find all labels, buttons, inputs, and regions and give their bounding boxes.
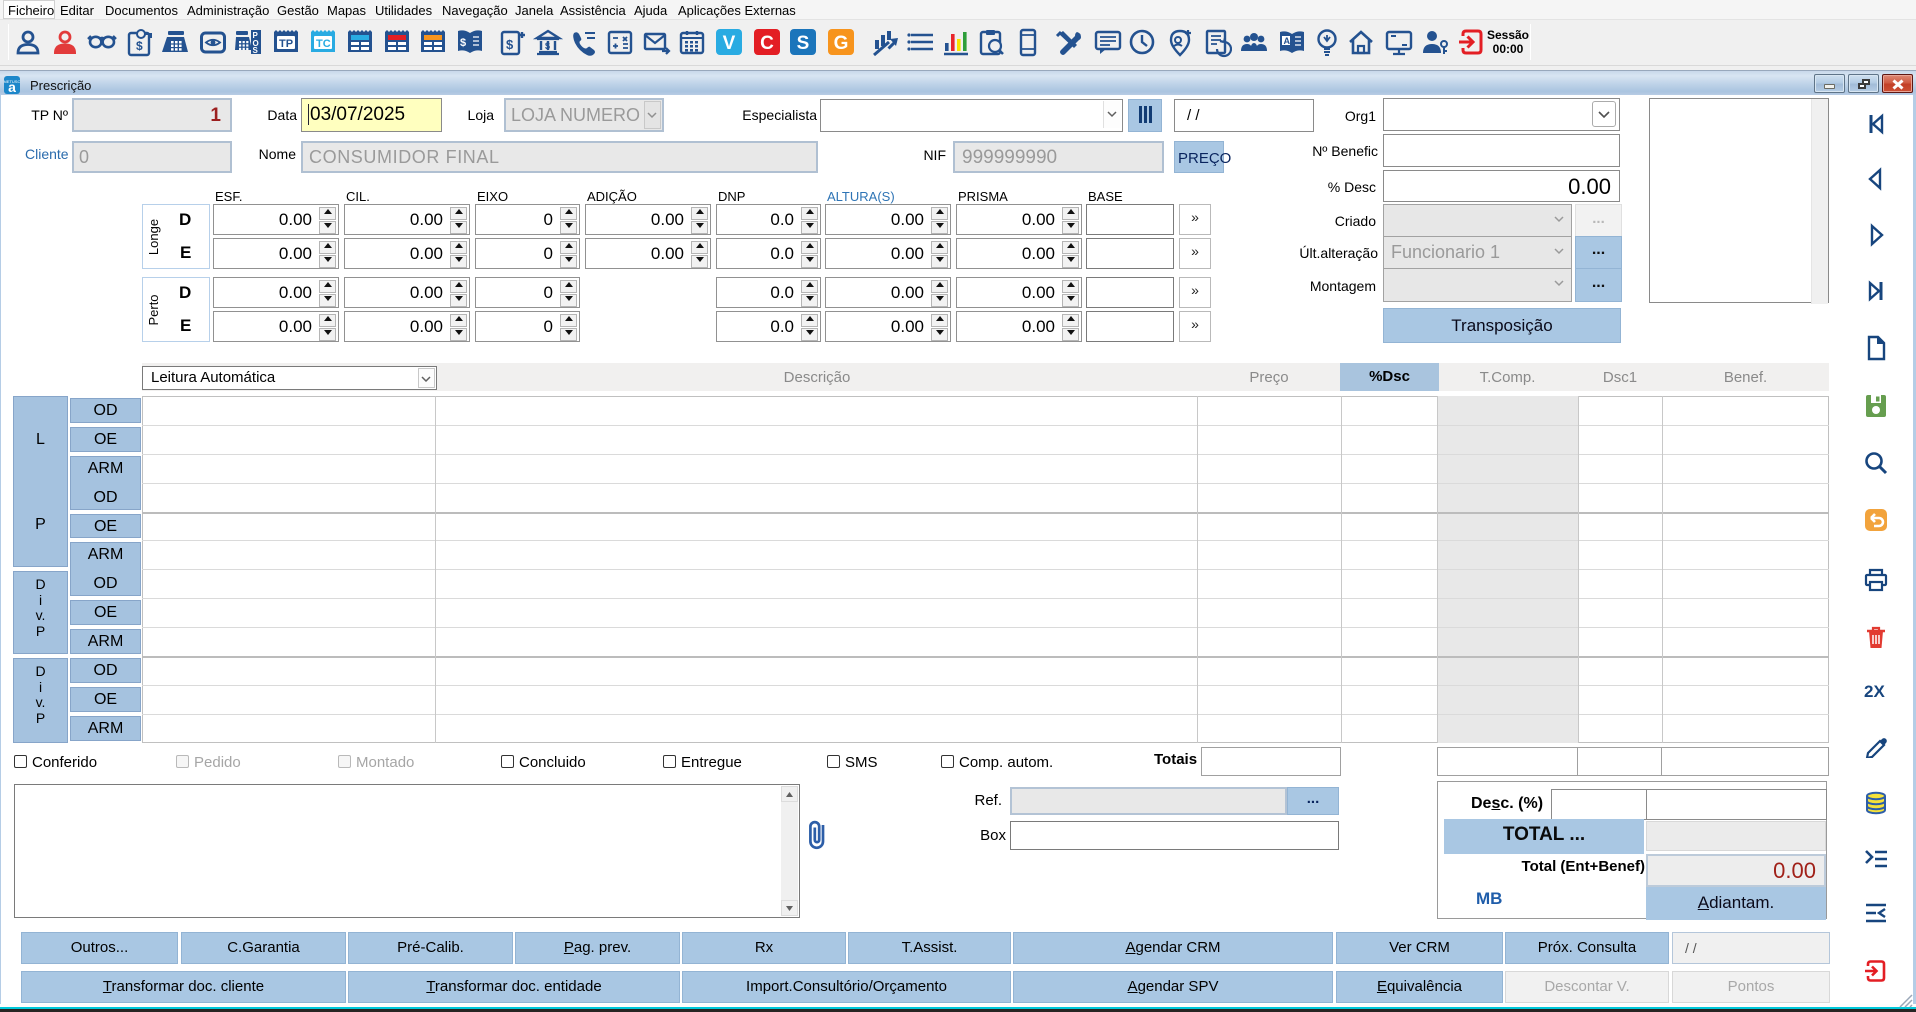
svg-text:$: $ [136,39,143,53]
svg-text:V: V [723,33,736,54]
svg-text:a: a [8,79,16,94]
svg-text:$: $ [506,37,514,52]
svg-text:G: G [833,33,848,54]
svg-text:2X: 2X [1864,682,1885,701]
svg-text:TP: TP [279,38,293,50]
svg-text:$: $ [460,37,466,49]
svg-text:S: S [252,46,258,55]
svg-text:C: C [760,33,774,54]
svg-text:S: S [797,33,810,54]
svg-text:$: $ [545,41,550,51]
svg-text:TC: TC [316,38,331,50]
svg-text:A: A [1283,36,1290,46]
